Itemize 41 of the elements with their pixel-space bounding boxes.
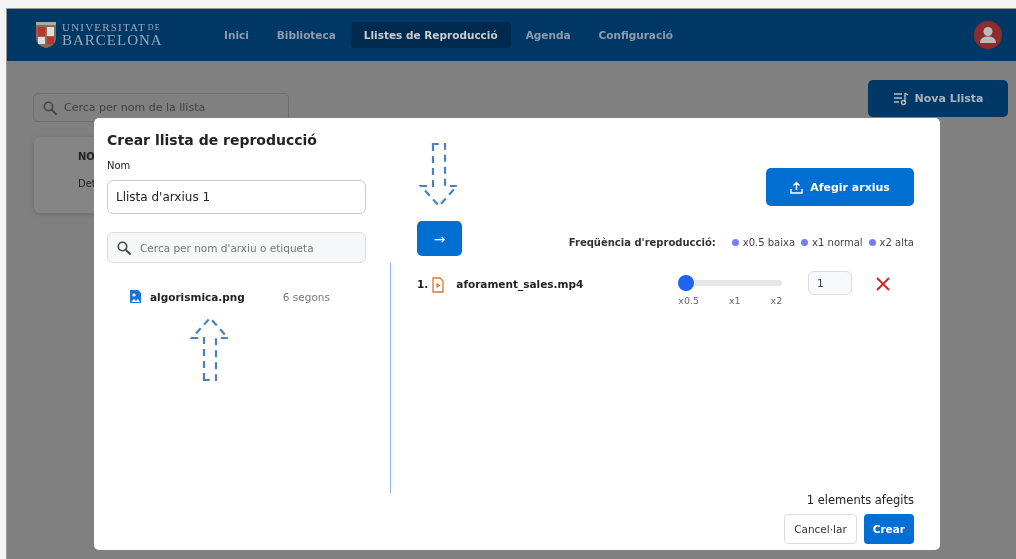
logo-text-small: DE <box>147 23 161 32</box>
playlist-icon <box>892 91 909 106</box>
count-field[interactable]: 1 <box>808 271 853 295</box>
search-icon <box>43 100 57 115</box>
table-cell-text: Det <box>78 178 97 189</box>
slider-tick-label: x1 <box>729 295 741 306</box>
cancel-button[interactable]: Cancel·lar <box>784 514 857 544</box>
nav-tab[interactable]: Llistes de Reproducció <box>350 22 511 48</box>
file-name: aforament_sales.mp4 <box>456 278 585 290</box>
logo-text-top: UNIVERSITAT <box>62 22 146 33</box>
frequency-label: Freqüència d'reproducció: <box>568 236 716 248</box>
file-name[interactable]: algorismica.png <box>150 290 245 303</box>
legend-label: x2 alta <box>879 236 914 248</box>
nav-tab[interactable]: Agenda <box>512 22 584 48</box>
item-count: 1 elements afegits <box>806 493 914 507</box>
logo-text-bottom: BARCELONA <box>62 33 163 48</box>
legend-label: x1 normal <box>812 236 863 248</box>
dialog-title: Crear llista de reproducció <box>107 132 318 148</box>
nav-tab[interactable]: Biblioteca <box>263 22 349 48</box>
new-list-button[interactable]: Nova Llista <box>868 80 1008 117</box>
nav-tab[interactable]: Configuració <box>585 22 686 48</box>
slider-tick-label: x0.5 <box>678 295 700 306</box>
close-icon[interactable] <box>876 277 891 291</box>
file-duration: 6 segons <box>282 290 330 303</box>
item-number: 1. <box>417 278 429 290</box>
create-button[interactable]: Crear <box>863 514 914 544</box>
image-file-icon <box>129 289 142 304</box>
video-file-icon <box>432 277 445 293</box>
crest-icon <box>35 21 57 49</box>
search-field[interactable]: Cerca per nom de la llista <box>33 93 289 122</box>
legend-label: x0.5 baixa <box>742 236 796 248</box>
slider-thumb[interactable] <box>678 275 695 291</box>
nav-tab[interactable]: Inici <box>211 22 262 48</box>
move-right-button[interactable]: → <box>417 221 462 256</box>
add-files-button[interactable]: Afegir arxius <box>766 168 914 206</box>
slider-tick-label: x2 <box>770 295 783 306</box>
field-label: Nom <box>107 160 131 171</box>
upload-icon <box>790 180 804 194</box>
avatar-icon <box>974 21 1002 49</box>
name-field[interactable]: Llista d'arxius 1 <box>107 180 366 214</box>
column-header: NO <box>78 151 96 162</box>
